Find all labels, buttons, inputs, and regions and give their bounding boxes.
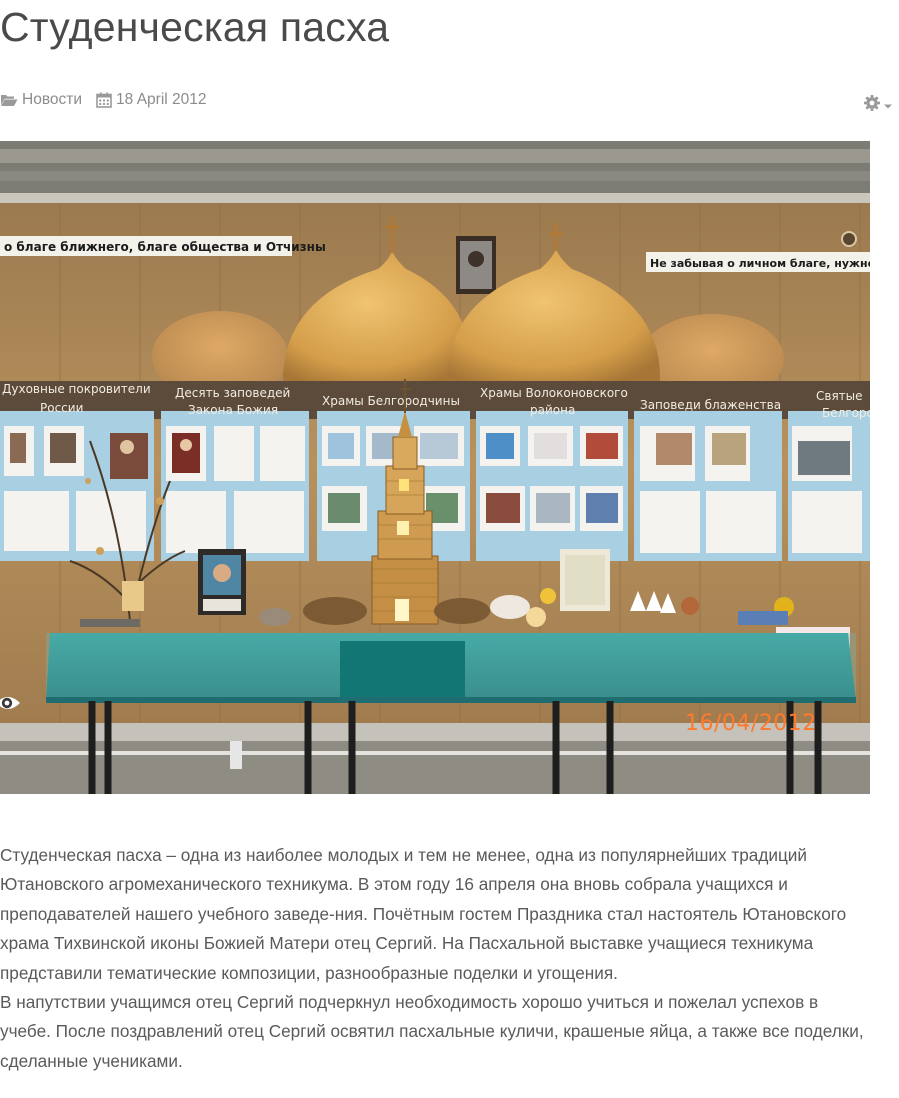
banner-left: о благе ближнего, благе общества и Отчиз… xyxy=(4,240,326,254)
article-line-3: преподавателей нашего учебного заведе-ни… xyxy=(0,903,847,924)
gear-icon xyxy=(863,94,881,117)
board-3-line-1: Храмы Белгородчины xyxy=(322,394,460,408)
folder-open-icon xyxy=(0,93,18,107)
article-line-6: В напутствии учащимся отец Сергий подчер… xyxy=(0,992,819,1013)
board-2-line-2: Закона Божия xyxy=(188,403,278,417)
article-tools-button[interactable] xyxy=(863,94,893,117)
board-1-line-2: России xyxy=(40,401,83,415)
article-meta: Новости 18 April 2012 xyxy=(0,89,221,111)
banner-right: Не забывая о личном благе, нужно помнить xyxy=(650,257,870,270)
publish-date: 18 April 2012 xyxy=(116,91,207,108)
category-meta: Новости xyxy=(0,91,82,109)
category-link[interactable]: Новости xyxy=(22,91,82,109)
board-4-line-1: Храмы Волоконовского xyxy=(480,386,628,400)
article-line-1: Студенческая пасха – одна из наиболее мо… xyxy=(0,845,808,865)
board-6-line-2: Белгоро xyxy=(822,406,870,420)
article-body: Студенческая пасха – одна из наиболее мо… xyxy=(0,841,899,1076)
article-title: Студенческая пасха xyxy=(0,4,390,50)
article-line-2: Ютановского агромеханического техникума.… xyxy=(0,874,788,895)
caret-down-icon xyxy=(883,97,893,115)
photo-date-stamp: 16/04/2012 xyxy=(685,711,817,736)
board-5-line-1: Заповеди блаженства xyxy=(640,398,781,412)
board-1-line-1: Духовные покровители xyxy=(2,382,151,396)
calendar-icon xyxy=(96,92,112,108)
board-6-line-1: Святые xyxy=(816,389,863,403)
board-4-line-2: района xyxy=(530,403,575,417)
article-image[interactable]: о благе ближнего, благе общества и Отчиз… xyxy=(0,141,870,794)
eye-icon[interactable] xyxy=(0,690,22,716)
date-meta: 18 April 2012 xyxy=(96,91,207,109)
article-line-4: храма Тихвинской иконы Божией Матери оте… xyxy=(0,933,814,954)
board-2-line-1: Десять заповедей xyxy=(175,386,290,400)
article-line-8: сделанные учениками. xyxy=(0,1050,183,1071)
article-line-7: учебе. После поздравлений отец Сергий ос… xyxy=(0,1021,864,1042)
article-line-5: представили тематические композиции, раз… xyxy=(0,962,618,983)
